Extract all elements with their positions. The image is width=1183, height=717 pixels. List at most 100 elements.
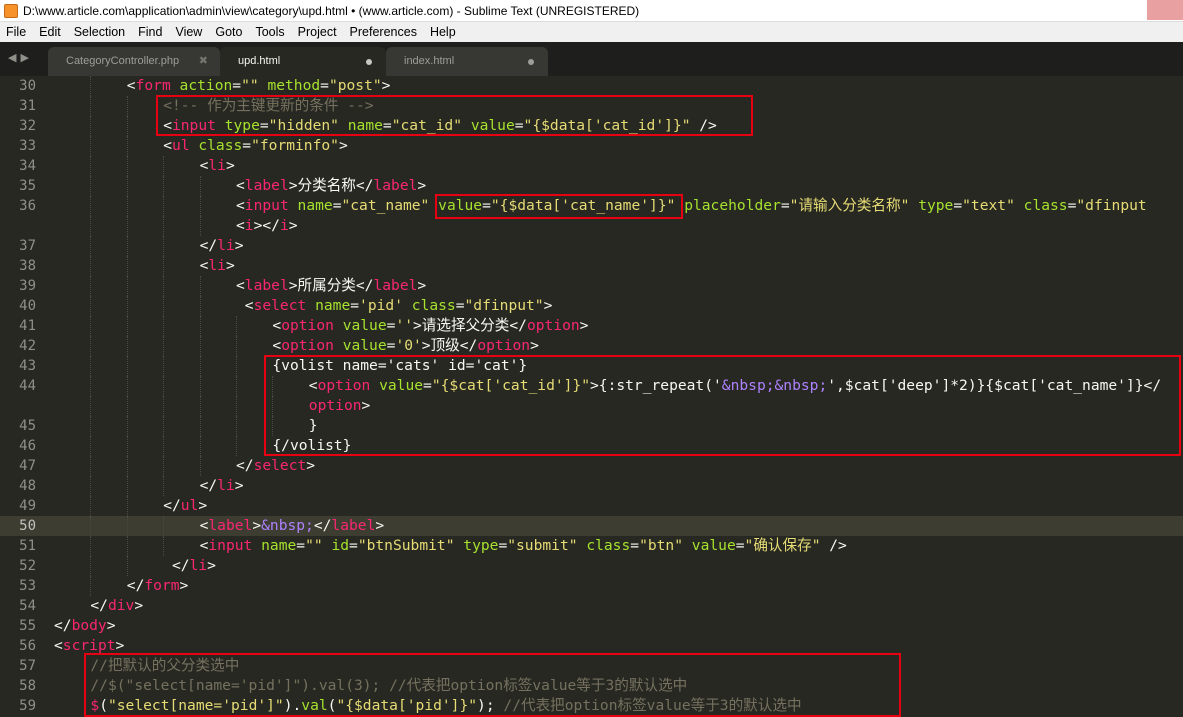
- indent-guide: [163, 336, 165, 356]
- indent-guide: [163, 516, 165, 536]
- menu-goto[interactable]: Goto: [209, 25, 249, 39]
- indent-guide: [90, 576, 92, 596]
- code-line[interactable]: 30 <form action="" method="post">: [0, 76, 1183, 96]
- code-line[interactable]: 54 </div>: [0, 596, 1183, 616]
- tab-categorycontroller-php[interactable]: CategoryController.php ✖: [48, 47, 220, 76]
- code-line[interactable]: 42 <option value='0'>顶级</option>: [0, 336, 1183, 356]
- tab-nav-arrows-icon[interactable]: ◀▶: [8, 51, 33, 64]
- code-line[interactable]: 46 {/volist}: [0, 436, 1183, 456]
- code-line[interactable]: 50 <label>&nbsp;</label>: [0, 516, 1183, 536]
- code-token: =: [320, 77, 329, 94]
- indent-guide: [126, 356, 128, 376]
- code-line[interactable]: 35 <label>分类名称</label>: [0, 176, 1183, 196]
- code-token: form: [135, 77, 171, 94]
- code-token: =: [423, 377, 432, 394]
- line-number: 35: [19, 178, 36, 194]
- code-token: val: [301, 697, 328, 714]
- tab-close-icon[interactable]: ✖: [199, 47, 208, 76]
- code-token: </: [236, 457, 254, 474]
- menu-selection[interactable]: Selection: [68, 25, 132, 39]
- code-line[interactable]: 49 </ul>: [0, 496, 1183, 516]
- menu-edit[interactable]: Edit: [33, 25, 68, 39]
- code-line[interactable]: 56 <script>: [0, 636, 1183, 656]
- code-token: >: [579, 317, 589, 334]
- code-line[interactable]: 44 <option value="{$cat['cat_id']}">{:str…: [0, 376, 1183, 396]
- code-line[interactable]: 58 //$("select[name='pid']").val(3); //代表…: [0, 676, 1183, 696]
- code-line[interactable]: 37 </li>: [0, 236, 1183, 256]
- code-line[interactable]: <i></i>: [0, 216, 1183, 236]
- window-close-button[interactable]: [1147, 0, 1183, 20]
- code-line[interactable]: 31 <!-- 作为主键更新的条件 -->: [0, 96, 1183, 116]
- code-line[interactable]: 47 </select>: [0, 456, 1183, 476]
- title-bar: D:\www.article.com\application\admin\vie…: [0, 0, 1183, 22]
- code-line[interactable]: 38 <li>: [0, 256, 1183, 276]
- code-token: select: [253, 457, 307, 474]
- code-token: value: [691, 537, 736, 554]
- code-token: =: [514, 117, 524, 134]
- code-line[interactable]: 32 <input type="hidden" name="cat_id" val…: [0, 116, 1183, 136]
- code-line[interactable]: 33 <ul class="forminfo">: [0, 136, 1183, 156]
- code-line[interactable]: 41 <option value=''>请选择父分类</option>: [0, 316, 1183, 336]
- code-line[interactable]: 39 <label>所属分类</label>: [0, 276, 1183, 296]
- menu-help[interactable]: Help: [424, 25, 463, 39]
- menu-project[interactable]: Project: [292, 25, 344, 39]
- minimize-button[interactable]: [1075, 0, 1111, 20]
- code-token: "cat_name": [341, 197, 430, 214]
- code-token: </: [90, 597, 108, 614]
- code-token: >: [543, 297, 553, 314]
- menu-find[interactable]: Find: [132, 25, 169, 39]
- code-line[interactable]: 34 <li>: [0, 156, 1183, 176]
- tab-index-html[interactable]: index.html: [386, 47, 548, 76]
- code-token: name: [261, 537, 297, 554]
- unsaved-dot-icon[interactable]: [528, 59, 534, 65]
- code-line[interactable]: option>: [0, 396, 1183, 416]
- indent-guide: [126, 156, 128, 176]
- maximize-button[interactable]: [1111, 0, 1147, 20]
- code-text: <input name="cat_name" value="{$data['ca…: [236, 196, 1147, 216]
- indent-guide: [126, 116, 128, 136]
- code-token: class: [198, 137, 243, 154]
- code-token: //代表把option标签value等于3的默认选中: [494, 697, 802, 714]
- code-token: </: [199, 237, 218, 254]
- indent-guide: [163, 176, 165, 196]
- code-line[interactable]: 36 <input name="cat_name" value="{$data['…: [0, 196, 1183, 216]
- code-editor[interactable]: 30 <form action="" method="post"> 31 <!-- 作…: [0, 76, 1183, 717]
- menu-file[interactable]: File: [0, 25, 33, 39]
- code-token: =: [232, 77, 242, 94]
- line-number: 52: [19, 558, 36, 574]
- code-line[interactable]: 45}: [0, 416, 1183, 436]
- tab-upd-html[interactable]: upd.html: [220, 47, 386, 76]
- indent-guide: [126, 236, 128, 256]
- unsaved-dot-icon[interactable]: [366, 59, 372, 65]
- code-line[interactable]: 59 $("select[name='pid']").val("{$data['p…: [0, 696, 1183, 716]
- code-token: <: [54, 637, 63, 654]
- code-line[interactable]: 51 <input name="" id="btnSubmit" type="su…: [0, 536, 1183, 556]
- menu-preferences[interactable]: Preferences: [344, 25, 424, 39]
- code-token: >: [530, 337, 539, 354]
- menu-tools[interactable]: Tools: [249, 25, 291, 39]
- code-line[interactable]: 55 </body>: [0, 616, 1183, 636]
- code-line[interactable]: 57 //把默认的父分类选中: [0, 656, 1183, 676]
- code-line[interactable]: 43 {volist name='cats' id='cat'}: [0, 356, 1183, 376]
- code-line[interactable]: 48 </li>: [0, 476, 1183, 496]
- code-token: value: [379, 377, 424, 394]
- code-token: "": [305, 537, 323, 554]
- indent-guide: [199, 276, 201, 296]
- menu-view[interactable]: View: [169, 25, 209, 39]
- code-line[interactable]: 53 </form>: [0, 576, 1183, 596]
- code-line[interactable]: 40 <select name='pid' class="dfinput">: [0, 296, 1183, 316]
- code-token: ul: [180, 497, 199, 514]
- code-text: {/volist}: [272, 436, 351, 456]
- line-number: 51: [19, 538, 36, 554]
- code-text: </ul>: [163, 496, 207, 516]
- code-token: <: [236, 217, 245, 234]
- code-text: <li>: [200, 156, 235, 176]
- code-token: option: [477, 337, 531, 354]
- code-line[interactable]: 52 </li>: [0, 556, 1183, 576]
- code-token: >: [179, 577, 189, 594]
